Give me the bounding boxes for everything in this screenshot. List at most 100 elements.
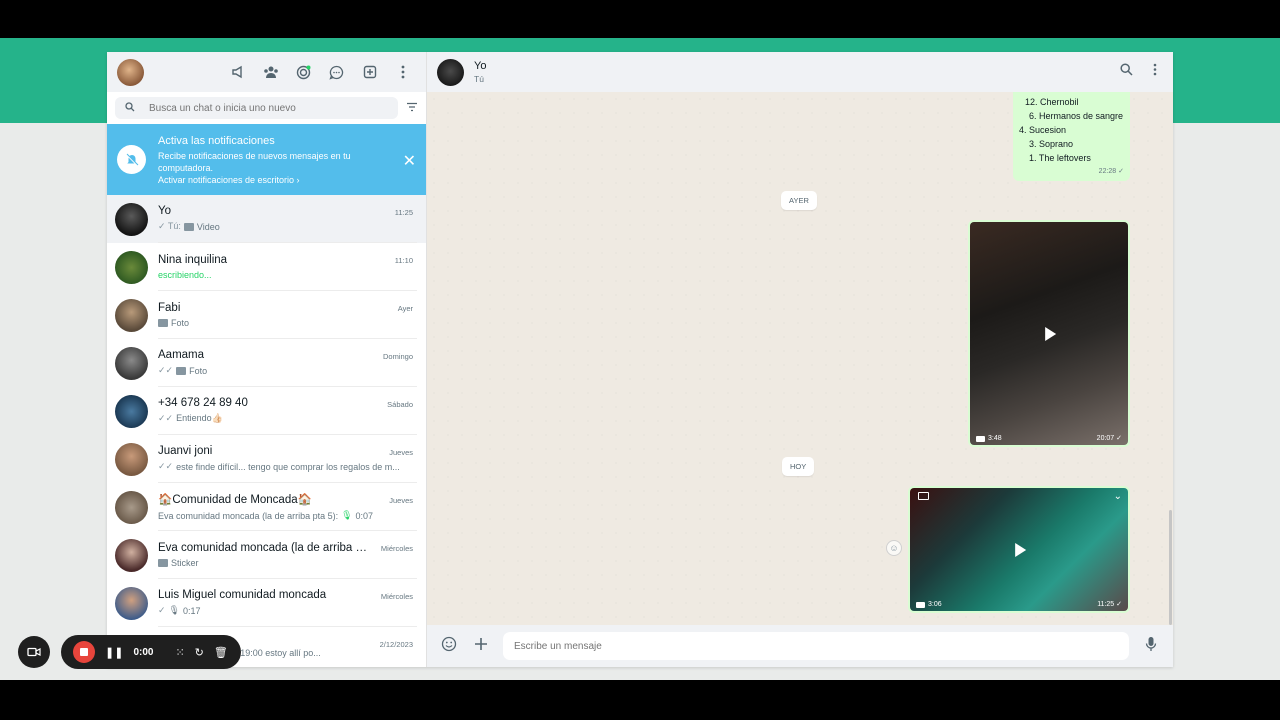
list-line: 4. Sucesion <box>1019 125 1067 135</box>
list-line: 3. Soprano <box>1029 139 1074 149</box>
message-area[interactable]: 12. Chernobil 6. Hermanos de sangre 4. S… <box>427 92 1173 625</box>
date-divider-today: HOY <box>782 457 815 476</box>
stop-record-button[interactable] <box>73 641 95 663</box>
chat-item-comunidad[interactable]: 🏠Comunidad de Moncada🏠 Eva comunidad mon… <box>107 483 426 531</box>
video-message[interactable]: ⌄ 3:06 11:25 ✓ <box>908 486 1130 613</box>
avatar <box>115 490 148 524</box>
play-icon[interactable] <box>1015 542 1027 557</box>
avatar <box>115 250 148 284</box>
chat-preview: Video <box>196 221 220 232</box>
search-box[interactable] <box>115 97 398 119</box>
video-thumbnail[interactable]: ⌄ 3:06 11:25 ✓ <box>910 488 1128 611</box>
read-ticks: ✓✓ <box>158 413 174 423</box>
mic-icon: 🎙 <box>168 605 180 615</box>
status-icon[interactable] <box>294 63 313 82</box>
communities-icon[interactable] <box>261 63 280 82</box>
chat-name: Luis Miguel comunidad moncada <box>158 589 327 601</box>
chevron-down-icon[interactable]: ⌄ <box>1114 491 1122 502</box>
chat-sidebar: Activa las notificaciones Recibe notific… <box>107 52 427 667</box>
desktop-stage: Activa las notificaciones Recibe notific… <box>0 38 1280 680</box>
scrollbar[interactable] <box>1169 510 1172 625</box>
filter-icon[interactable] <box>406 99 418 117</box>
search-icon <box>125 99 135 117</box>
recorder-camera-button[interactable] <box>18 636 50 668</box>
message-input[interactable] <box>503 632 1129 660</box>
video-camera-icon <box>916 601 925 608</box>
video-duration: 3:48 <box>988 435 1002 442</box>
chat-item-yo[interactable]: Yo ✓ Tú: Video 11:25 <box>107 195 426 243</box>
conversation-header[interactable]: Yo Tú <box>427 52 1173 92</box>
pip-icon[interactable] <box>918 492 929 500</box>
menu-icon[interactable] <box>1153 63 1157 81</box>
typing-indicator: escribiendo... <box>158 269 212 280</box>
video-duration: 3:06 <box>928 601 942 608</box>
chat-item-phone[interactable]: +34 678 24 89 40 ✓✓ Entiendo👍🏻 Sábado <box>107 387 426 435</box>
conversation-pane: Yo Tú 12. Chernobil 6. Hermanos de sangr… <box>427 52 1173 667</box>
chat-item-eva[interactable]: Eva comunidad moncada (la de arriba pta.… <box>107 531 426 579</box>
video-message[interactable]: 3:48 20:07 ✓ <box>968 220 1130 447</box>
chat-name: Nina inquilina <box>158 253 228 266</box>
new-chat-bubble-icon[interactable] <box>327 63 346 82</box>
restart-icon[interactable]: ↻ <box>195 646 204 659</box>
enable-notifications-link[interactable]: Activar notificaciones de escritorio › <box>158 175 416 185</box>
read-ticks: ✓ <box>158 605 166 615</box>
chat-time: 11:10 <box>394 256 413 265</box>
delete-icon[interactable]: 🗑 <box>214 646 228 659</box>
chat-item-juanvi[interactable]: Juanvi joni ✓✓ este finde difícil... teng… <box>107 435 426 483</box>
chat-name: Fabi <box>158 301 181 314</box>
notification-body: Recibe notificaciones de nuevos mensajes… <box>158 150 351 173</box>
chat-time: 11:25 <box>394 208 413 217</box>
search-icon[interactable] <box>1120 63 1133 81</box>
list-line: 1. The leftovers <box>1029 153 1091 163</box>
menu-icon[interactable] <box>393 63 412 82</box>
video-time: 20:07 ✓ <box>1096 435 1122 442</box>
microphone-icon[interactable] <box>1141 636 1161 657</box>
avatar <box>115 298 148 332</box>
chat-time: Domingo <box>382 352 413 361</box>
channels-icon[interactable] <box>228 63 247 82</box>
search-row <box>107 92 426 124</box>
chat-preview: Sticker <box>171 557 199 568</box>
chat-item-luis-miguel[interactable]: Luis Miguel comunidad moncada ✓ 🎙 0:17 Mié… <box>107 579 426 627</box>
read-ticks: ✓✓ <box>158 365 174 375</box>
video-time: 11:25 ✓ <box>1097 601 1122 608</box>
video-thumbnail[interactable]: 3:48 20:07 ✓ <box>970 222 1128 445</box>
reaction-icon[interactable]: ☺ <box>886 540 902 556</box>
chat-item-aamama[interactable]: Aamama ✓✓ Foto Domingo <box>107 339 426 387</box>
chat-name: Aamama <box>158 349 205 361</box>
video-icon <box>183 222 194 231</box>
chat-item-nina[interactable]: Nina inquilina escribiendo... 11:10 <box>107 243 426 291</box>
list-line: 6. Hermanos de sangre <box>1029 111 1124 121</box>
pause-icon[interactable]: ❚❚ <box>105 646 123 659</box>
muted-bell-icon <box>117 145 146 174</box>
chat-time: Ayer <box>397 304 413 313</box>
chat-time: 2/12/2023 <box>379 640 413 649</box>
contact-subtitle: Tú <box>474 74 484 84</box>
whatsapp-window: Activa las notificaciones Recibe notific… <box>107 52 1173 667</box>
chat-preview: 0:17 <box>182 605 201 616</box>
chat-time: Jueves <box>389 448 413 457</box>
play-icon[interactable] <box>1045 326 1057 341</box>
chat-preview: Foto <box>171 317 190 328</box>
recorder-time: 0:00 <box>133 646 154 658</box>
sidebar-header <box>107 52 426 92</box>
chat-name: +34 678 24 89 40 <box>158 397 248 409</box>
avatar <box>115 538 148 572</box>
contact-avatar[interactable] <box>437 58 464 86</box>
emoji-icon[interactable] <box>439 636 459 657</box>
chat-item-fabi[interactable]: Fabi Foto Ayer <box>107 291 426 339</box>
avatar <box>115 346 148 380</box>
composer <box>427 625 1173 667</box>
search-input[interactable] <box>149 102 349 114</box>
profile-avatar[interactable] <box>117 58 144 86</box>
new-chat-icon[interactable] <box>360 63 379 82</box>
text-message[interactable]: 12. Chernobil 6. Hermanos de sangre 4. S… <box>1013 92 1130 181</box>
contact-name: Yo <box>474 60 487 72</box>
video-camera-icon <box>976 435 985 442</box>
chat-time: Miércoles <box>380 592 413 601</box>
grid-icon[interactable]: ⁙ <box>175 646 184 659</box>
close-icon[interactable]: ✕ <box>403 151 416 171</box>
attach-plus-icon[interactable] <box>471 637 491 656</box>
message-time: 22:28 ✓ <box>1098 168 1124 175</box>
avatar <box>115 202 148 236</box>
